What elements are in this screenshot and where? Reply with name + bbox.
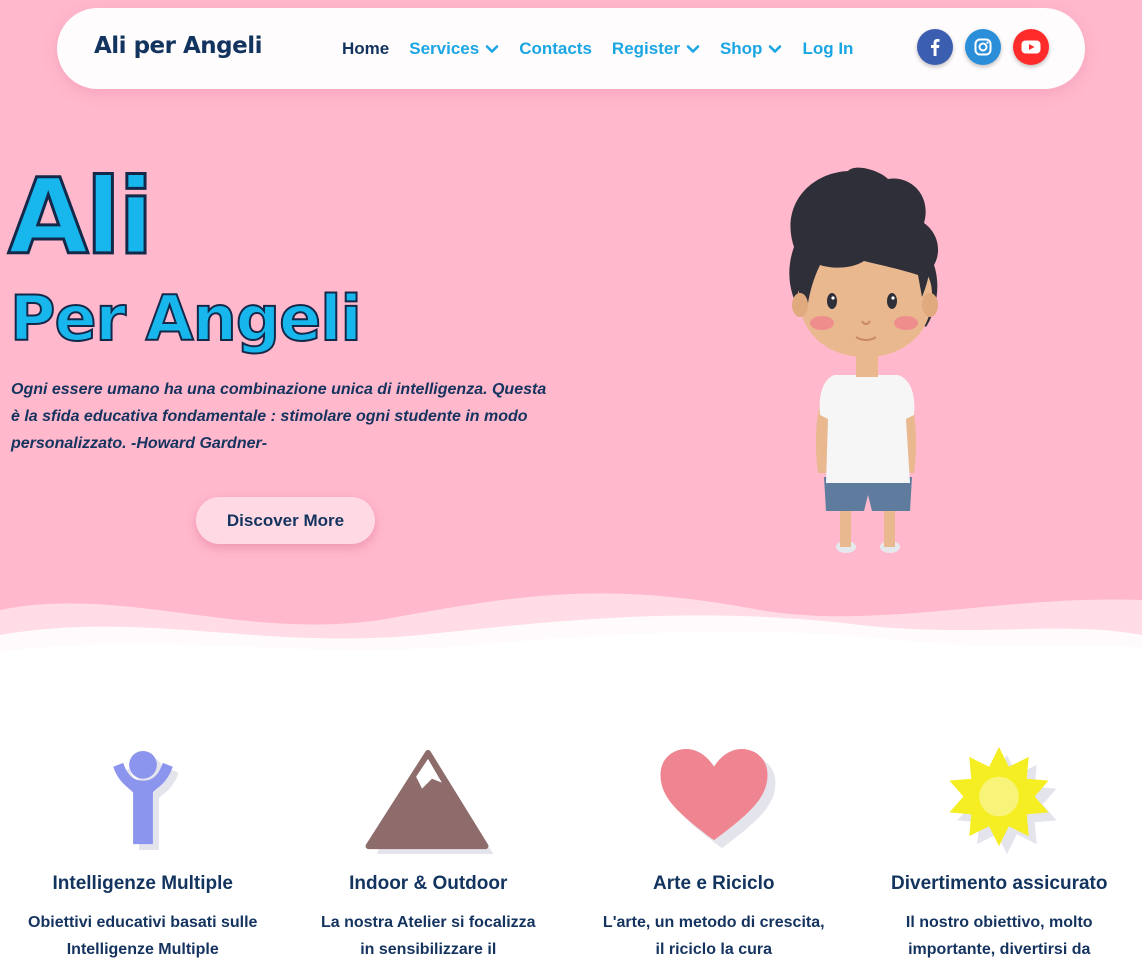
site-logo[interactable]: Ali per Angeli <box>94 33 263 59</box>
feature-card: Intelligenze Multiple Obiettivi educativ… <box>0 745 286 963</box>
nav-login[interactable]: Log In <box>802 39 853 59</box>
hero-title-ali: Ali <box>7 156 156 278</box>
sun-icon <box>949 746 1057 855</box>
nav-register-label: Register <box>611 38 680 58</box>
person-icon <box>113 750 179 851</box>
nav-services-label: Services <box>409 38 480 58</box>
feature-card: Indoor & Outdoor La nostra Atelier si fo… <box>286 745 572 963</box>
main-nav: Home Services Contacts Register Shop Log… <box>342 8 873 89</box>
feature-text: L'arte, un metodo di crescita, il ricicl… <box>602 914 825 958</box>
chevron-down-icon <box>769 44 782 53</box>
boy-illustration <box>789 167 939 553</box>
feature-card: Divertimento assicurato Il nostro obiett… <box>857 745 1142 963</box>
instagram-icon[interactable] <box>965 29 1001 65</box>
hero-wave-divider <box>0 593 1142 690</box>
feature-title: Divertimento assicurato <box>891 873 1108 894</box>
nav-login-label: Log In <box>802 38 854 58</box>
nav-contacts-label: Contacts <box>519 38 592 58</box>
heart-icon <box>660 748 776 849</box>
feature-text: La nostra Atelier si focalizza in sensib… <box>320 914 536 958</box>
feature-title: Arte e Riciclo <box>653 873 775 894</box>
nav-home[interactable]: Home <box>342 39 389 59</box>
nav-services[interactable]: Services <box>409 39 499 59</box>
chevron-down-icon <box>686 44 700 53</box>
nav-home-label: Home <box>342 38 390 58</box>
nav-register[interactable]: Register <box>612 39 700 59</box>
feature-text: Il nostro obiettivo, molto importante, d… <box>905 914 1093 958</box>
feature-text: Obiettivi educativi basati sulle Intelli… <box>28 914 258 958</box>
features-section: Intelligenze Multiple Obiettivi educativ… <box>0 745 1142 963</box>
hero-title-per-angeli: Per Angeli <box>9 282 363 355</box>
youtube-icon[interactable] <box>1013 29 1049 65</box>
feature-title: Indoor & Outdoor <box>349 873 508 894</box>
hero-section: Ali per Angeli Home Services Contacts Re… <box>0 0 1142 690</box>
navbar: Ali per Angeli Home Services Contacts Re… <box>57 8 1085 89</box>
feature-card: Arte e Riciclo L'arte, un metodo di cres… <box>571 745 857 963</box>
nav-shop-label: Shop <box>719 38 763 58</box>
discover-more-button[interactable]: Discover More <box>196 497 375 544</box>
chevron-down-icon <box>485 44 499 53</box>
mountain-icon <box>365 749 494 855</box>
feature-title: Intelligenze Multiple <box>52 873 233 894</box>
nav-contacts[interactable]: Contacts <box>519 39 592 59</box>
nav-shop[interactable]: Shop <box>720 39 783 59</box>
facebook-icon[interactable] <box>917 29 953 65</box>
hero-quote: Ogni essere umano ha una combinazione un… <box>11 381 547 452</box>
social-links <box>917 29 1061 65</box>
